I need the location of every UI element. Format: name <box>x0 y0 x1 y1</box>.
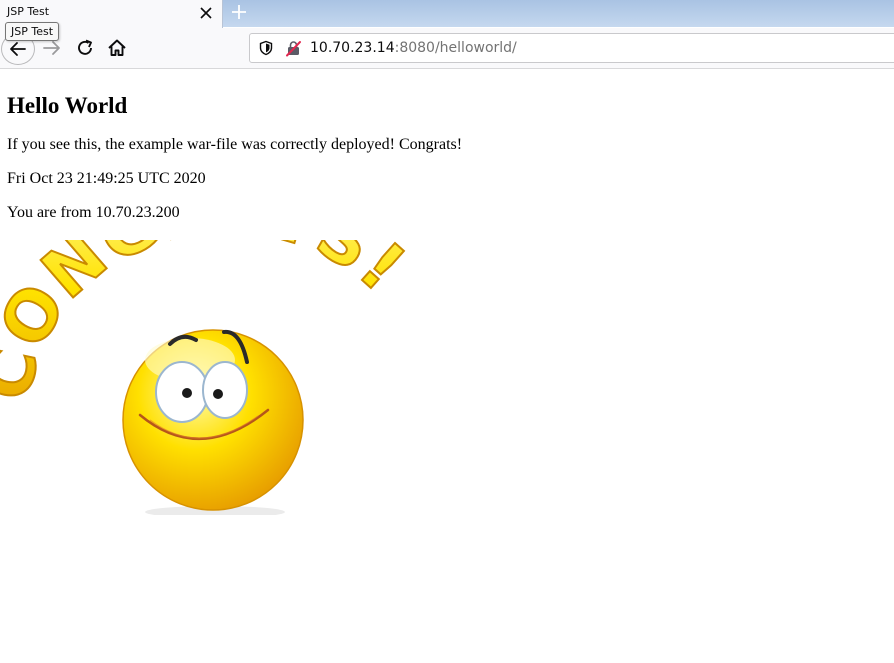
shield-icon[interactable] <box>258 40 274 56</box>
url-path: :8080/helloworld/ <box>394 40 517 56</box>
reload-icon[interactable] <box>73 36 97 60</box>
url-bar[interactable]: 10.70.23.14:8080/helloworld/ <box>249 33 894 63</box>
home-icon[interactable] <box>105 36 129 60</box>
tab-tooltip: JSP Test <box>5 22 60 41</box>
insecure-lock-icon[interactable] <box>285 40 302 57</box>
deploy-message: If you see this, the example war-file wa… <box>7 136 463 153</box>
date-line: Fri Oct 23 21:49:25 UTC 2020 <box>7 170 206 187</box>
back-arrow-icon <box>10 42 26 56</box>
page-heading: Hello World <box>7 93 128 118</box>
url-text[interactable]: 10.70.23.14:8080/helloworld/ <box>310 40 517 56</box>
smiley-icon <box>122 329 304 515</box>
client-ip-line: You are from 10.70.23.200 <box>7 204 180 221</box>
plus-icon[interactable] <box>229 2 249 22</box>
close-icon[interactable] <box>198 5 214 21</box>
tab-strip: JSP Test <box>0 0 894 28</box>
url-host: 10.70.23.14 <box>310 40 395 56</box>
congrats-image: CONGRATS! <box>0 240 420 515</box>
tab-title: JSP Test <box>7 5 50 18</box>
